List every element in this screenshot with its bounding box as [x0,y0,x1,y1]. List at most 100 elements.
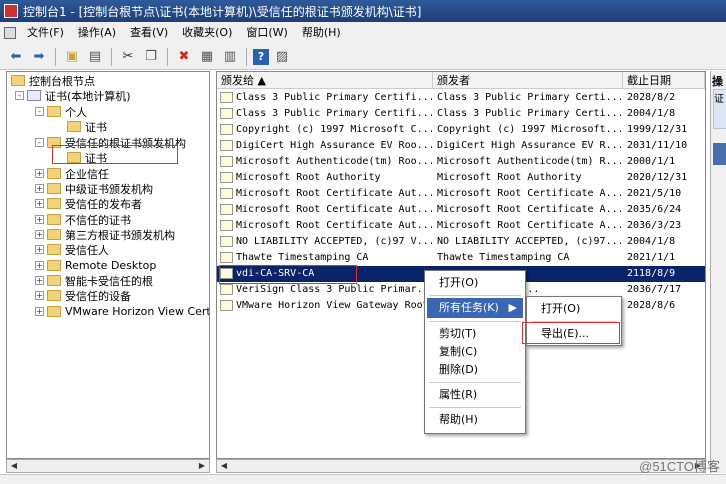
forward-arrow-icon[interactable]: ➡ [29,47,49,67]
tree-item-trusted-devices[interactable]: + 受信任的设备 [35,288,131,303]
up-folder-icon[interactable]: ▣ [62,47,82,67]
delete-icon[interactable]: ✖ [174,47,194,67]
collapse-icon[interactable]: - [35,107,44,116]
table-row[interactable]: DigiCert High Assurance EV Roo... DigiCer… [217,138,705,154]
menu-item-delete[interactable]: 删除(D) [427,360,523,380]
toolbar-divider [55,47,56,66]
table-row[interactable]: Microsoft Root Certificate Aut... Microso… [217,186,705,202]
table-row[interactable]: Microsoft Authenticode(tm) Roo... Microso… [217,154,705,170]
certificate-icon [220,108,233,119]
cell-to: Microsoft Authenticode(tm) Roo... [236,156,432,167]
tree-item-certificates-local[interactable]: - 证书(本地计算机) [15,88,131,103]
menu-view[interactable]: 查看(V) [123,22,175,44]
list-horizontal-scrollbar[interactable]: ◀ ▶ [216,459,706,473]
cell-exp: 2000/1/1 [627,156,676,167]
tree-item-label: 企业信任 [65,167,109,181]
folder-icon [47,106,61,117]
table-row[interactable]: Copyright (c) 1997 Microsoft C... Copyrig… [217,122,705,138]
folder-icon [47,214,61,225]
collapse-icon[interactable]: - [35,138,44,147]
menu-item-properties[interactable]: 属性(R) [427,385,523,405]
menu-item-help[interactable]: 帮助(H) [427,410,523,430]
show-tree-icon[interactable]: ▤ [85,47,105,67]
scroll-left-icon[interactable]: ◀ [217,460,231,472]
cell-to: Class 3 Public Primary Certifi... [236,92,432,103]
copy-icon[interactable]: ❐ [141,47,161,67]
help-icon[interactable]: ? [253,48,269,65]
actions-section[interactable]: 证 [713,89,726,129]
collapse-icon[interactable]: - [15,91,24,100]
scroll-right-icon[interactable]: ▶ [195,460,209,472]
menu-file[interactable]: 文件(F) [20,22,71,44]
certificate-icon [220,252,233,263]
table-row[interactable]: Thawte Timestamping CA Thawte Timestampin… [217,250,705,266]
menu-item-copy[interactable]: 复制(C) [427,342,523,362]
scroll-left-icon[interactable]: ◀ [7,460,21,472]
tree-item-intermediate-ca[interactable]: + 中级证书颁发机构 [35,181,153,196]
tree-item-third-party-root-ca[interactable]: + 第三方根证书颁发机构 [35,227,175,242]
tree-item-enterprise-trust[interactable]: + 企业信任 [35,166,109,181]
expand-icon[interactable]: + [35,215,44,224]
folder-icon [47,290,61,301]
expand-icon[interactable]: + [35,276,44,285]
expand-icon[interactable]: + [35,291,44,300]
menu-favorites[interactable]: 收藏夹(O) [175,22,239,44]
menu-item-cut[interactable]: 剪切(T) [427,324,523,344]
actions-more-icon[interactable] [713,143,726,165]
submenu-item-open[interactable]: 打开(O) [529,299,619,319]
certificate-icon [220,236,233,247]
expand-icon[interactable]: + [35,230,44,239]
table-row[interactable]: Microsoft Root Certificate Aut... Microso… [217,218,705,234]
certificate-icon [220,156,233,167]
console-menu-icon[interactable] [4,27,16,39]
menu-window[interactable]: 窗口(W) [239,22,294,44]
submenu-arrow-icon: ▶ [508,301,517,314]
tree-item-trusted-people[interactable]: + 受信任人 [35,242,109,257]
expand-icon[interactable]: + [35,169,44,178]
status-bar [0,474,726,484]
tree-item-personal-certificates[interactable]: 证书 [67,119,107,134]
cell-by: Microsoft Authenticode(tm) R... [437,156,621,167]
properties-icon[interactable]: ▦ [197,47,217,67]
table-row[interactable]: Class 3 Public Primary Certifi... Class 3… [217,90,705,106]
expand-icon[interactable]: + [35,184,44,193]
tree-item-label: 受信任的设备 [65,289,131,303]
tree-horizontal-scrollbar[interactable]: ◀ ▶ [6,459,210,473]
cell-to: VMware Horizon View Gateway Root [236,300,429,311]
table-row[interactable]: NO LIABILITY ACCEPTED, (c)97 V... NO LIAB… [217,234,705,250]
export-list-icon[interactable]: ▥ [220,47,240,67]
menu-divider [429,321,521,322]
column-issued-by[interactable]: 颁发者 [433,72,623,89]
expand-icon[interactable]: + [35,307,44,316]
tree-item-label: 受信任的发布者 [65,197,142,211]
menu-item-all-tasks[interactable]: 所有任务(K) ▶ [427,298,523,318]
tree-item-console-root[interactable]: 控制台根节点 [11,73,95,88]
table-row[interactable]: Class 3 Public Primary Certifi... Class 3… [217,106,705,122]
expand-icon[interactable]: + [35,245,44,254]
tree-item-smart-card-roots[interactable]: + 智能卡受信任的根 [35,273,153,288]
expand-icon[interactable]: + [35,199,44,208]
folder-icon [47,306,61,317]
toggle-pane-icon[interactable]: ▨ [272,47,292,67]
column-issued-to[interactable]: 颁发给 ▲ [217,72,433,89]
cell-exp: 2021/5/10 [627,188,682,199]
cell-exp: 1999/12/31 [627,124,688,135]
column-expiration[interactable]: 截止日期 [623,72,705,89]
back-arrow-icon[interactable]: ⬅ [6,47,26,67]
tree-item-label: 控制台根节点 [29,74,95,88]
cell-to: Microsoft Root Certificate Aut... [236,204,432,215]
menu-help[interactable]: 帮助(H) [295,22,348,44]
tree-item-untrusted-certificates[interactable]: + 不信任的证书 [35,212,131,227]
cut-icon[interactable]: ✂ [118,47,138,67]
table-row[interactable]: Microsoft Root Certificate Aut... Microso… [217,202,705,218]
menu-action[interactable]: 操作(A) [71,22,123,44]
tree-item-vmware-horizon[interactable]: + VMware Horizon View Certi [35,304,209,319]
tree-item-personal[interactable]: - 个人 [35,104,87,119]
menu-item-open[interactable]: 打开(O) [427,273,523,293]
tree-item-trusted-publishers[interactable]: + 受信任的发布者 [35,196,142,211]
tree-item-remote-desktop[interactable]: + Remote Desktop [35,258,156,273]
table-row[interactable]: Microsoft Root Authority Microsoft Root A… [217,170,705,186]
menu-item-label: 所有任务(K) [439,301,499,314]
expand-icon[interactable]: + [35,261,44,270]
menu-divider [429,407,521,408]
